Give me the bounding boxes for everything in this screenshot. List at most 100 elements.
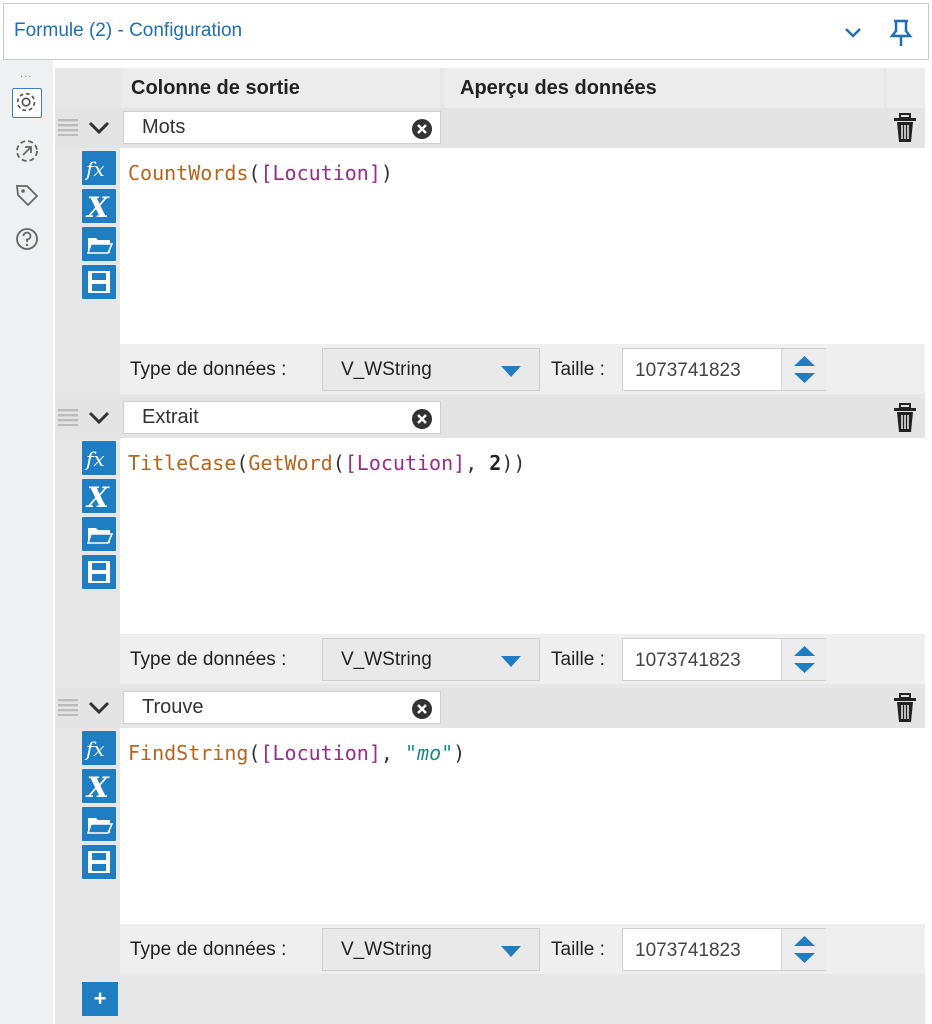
code-function: TitleCase: [128, 451, 237, 475]
variable-x-icon[interactable]: X: [82, 189, 116, 224]
expression-code: TitleCase(GetWord([Locution], 2)): [128, 451, 525, 475]
svg-text:X: X: [85, 771, 110, 803]
code-paren: ): [380, 161, 393, 185]
rail-dots: ...: [20, 68, 33, 80]
clear-icon[interactable]: [411, 118, 433, 140]
svg-text:fx: fx: [84, 157, 105, 181]
save-disk-icon[interactable]: [82, 845, 116, 879]
header-output-column[interactable]: Colonne de sortie: [121, 68, 440, 108]
fx-function-icon[interactable]: fx: [82, 441, 116, 475]
svg-text:fx: fx: [84, 737, 105, 761]
code-paren: (: [236, 451, 249, 475]
data-type-value: V_WString: [341, 359, 432, 380]
left-rail: ...: [0, 60, 53, 1024]
data-type-label: Type de données :: [130, 649, 287, 670]
code-paren: ): [453, 741, 466, 765]
help-icon[interactable]: [12, 224, 42, 254]
data-type-select[interactable]: V_WString: [322, 638, 540, 681]
size-value: 1073741823: [635, 650, 741, 671]
data-type-select[interactable]: V_WString: [322, 928, 540, 971]
type-bar: Type de données : V_WString Taille : 107…: [120, 344, 925, 394]
expression-editor[interactable]: FindString([Locution], "mo"): [120, 728, 925, 924]
code-number: 2: [489, 451, 502, 475]
output-column-name-input[interactable]: Mots: [123, 111, 441, 144]
header-actions-column: [886, 68, 925, 108]
drag-handle-icon[interactable]: [58, 408, 78, 426]
connection-icon[interactable]: [12, 136, 42, 166]
code-field: [Locution]: [344, 451, 466, 475]
expression-code: CountWords([Locution]): [128, 161, 393, 185]
expression-code: FindString([Locution], "mo"): [128, 741, 465, 765]
size-spinner[interactable]: [781, 929, 826, 970]
tag-icon[interactable]: [12, 180, 42, 210]
code-paren: (: [332, 451, 345, 475]
type-bar: Type de données : V_WString Taille : 107…: [120, 634, 925, 684]
size-value: 1073741823: [635, 940, 741, 961]
editor-toolbar: fx X: [55, 728, 120, 974]
delete-trash-icon[interactable]: [891, 402, 919, 434]
save-disk-icon[interactable]: [82, 265, 116, 299]
size-input[interactable]: 1073741823: [622, 928, 826, 971]
gear-icon[interactable]: [12, 88, 42, 118]
save-disk-icon[interactable]: [82, 555, 116, 589]
variable-x-icon[interactable]: X: [82, 479, 116, 514]
header-output-label: Colonne de sortie: [131, 77, 300, 99]
header-preview-column[interactable]: Aperçu des données: [444, 68, 884, 108]
size-label: Taille :: [551, 359, 605, 380]
editor-toolbar: fx X: [55, 148, 120, 394]
clear-icon[interactable]: [411, 698, 433, 720]
delete-trash-icon[interactable]: [891, 692, 919, 724]
output-column-name-input[interactable]: Trouve: [123, 691, 441, 724]
expression-editor[interactable]: CountWords([Locution]): [120, 148, 925, 344]
code-paren: (: [248, 741, 261, 765]
svg-text:X: X: [85, 481, 110, 513]
dropdown-arrow-icon: [501, 366, 521, 377]
add-formula-bar: +: [55, 978, 925, 1018]
formula-grid: Colonne de sortie Aperçu des données Mot…: [55, 68, 925, 1024]
svg-text:fx: fx: [84, 447, 105, 471]
svg-text:X: X: [85, 191, 110, 223]
formula-name-row: Trouve: [55, 688, 925, 728]
editor-toolbar: fx X: [55, 438, 120, 684]
size-spinner[interactable]: [781, 349, 826, 390]
open-folder-icon[interactable]: [82, 227, 116, 261]
open-folder-icon[interactable]: [82, 807, 116, 841]
code-function: CountWords: [128, 161, 249, 185]
data-type-value: V_WString: [341, 939, 432, 960]
size-input[interactable]: 1073741823: [622, 348, 826, 391]
type-bar: Type de données : V_WString Taille : 107…: [120, 924, 925, 974]
variable-x-icon[interactable]: X: [82, 769, 116, 804]
size-label: Taille :: [551, 939, 605, 960]
chevron-down-icon[interactable]: [842, 22, 864, 44]
drag-handle-icon[interactable]: [58, 698, 78, 716]
size-spinner[interactable]: [781, 639, 826, 680]
dropdown-arrow-icon: [501, 656, 521, 667]
expand-chevron-icon[interactable]: [87, 409, 111, 427]
expression-editor[interactable]: TitleCase(GetWord([Locution], 2)): [120, 438, 925, 634]
delete-trash-icon[interactable]: [891, 112, 919, 144]
add-formula-button[interactable]: +: [82, 982, 118, 1016]
expand-chevron-icon[interactable]: [87, 699, 111, 717]
code-separator: ,: [465, 451, 490, 475]
output-column-name-input[interactable]: Extrait: [123, 401, 441, 434]
fx-function-icon[interactable]: fx: [82, 151, 116, 185]
data-type-select[interactable]: V_WString: [322, 348, 540, 391]
fx-function-icon[interactable]: fx: [82, 731, 116, 765]
code-separator: ,: [380, 741, 405, 765]
panel-title: Formule (2) - Configuration: [14, 20, 243, 41]
open-folder-icon[interactable]: [82, 517, 116, 551]
expand-chevron-icon[interactable]: [87, 119, 111, 137]
formula-name-row: Extrait: [55, 398, 925, 438]
size-input[interactable]: 1073741823: [622, 638, 826, 681]
clear-icon[interactable]: [411, 408, 433, 430]
code-paren: (: [248, 161, 261, 185]
pin-icon[interactable]: [888, 18, 914, 48]
drag-handle-icon[interactable]: [58, 118, 78, 136]
code-paren: )): [501, 451, 526, 475]
header-gutter: [55, 68, 120, 108]
code-field: [Locution]: [260, 741, 381, 765]
data-type-value: V_WString: [341, 649, 432, 670]
data-type-label: Type de données :: [130, 359, 287, 380]
code-field: [Locution]: [260, 161, 381, 185]
code-function: GetWord: [248, 451, 333, 475]
